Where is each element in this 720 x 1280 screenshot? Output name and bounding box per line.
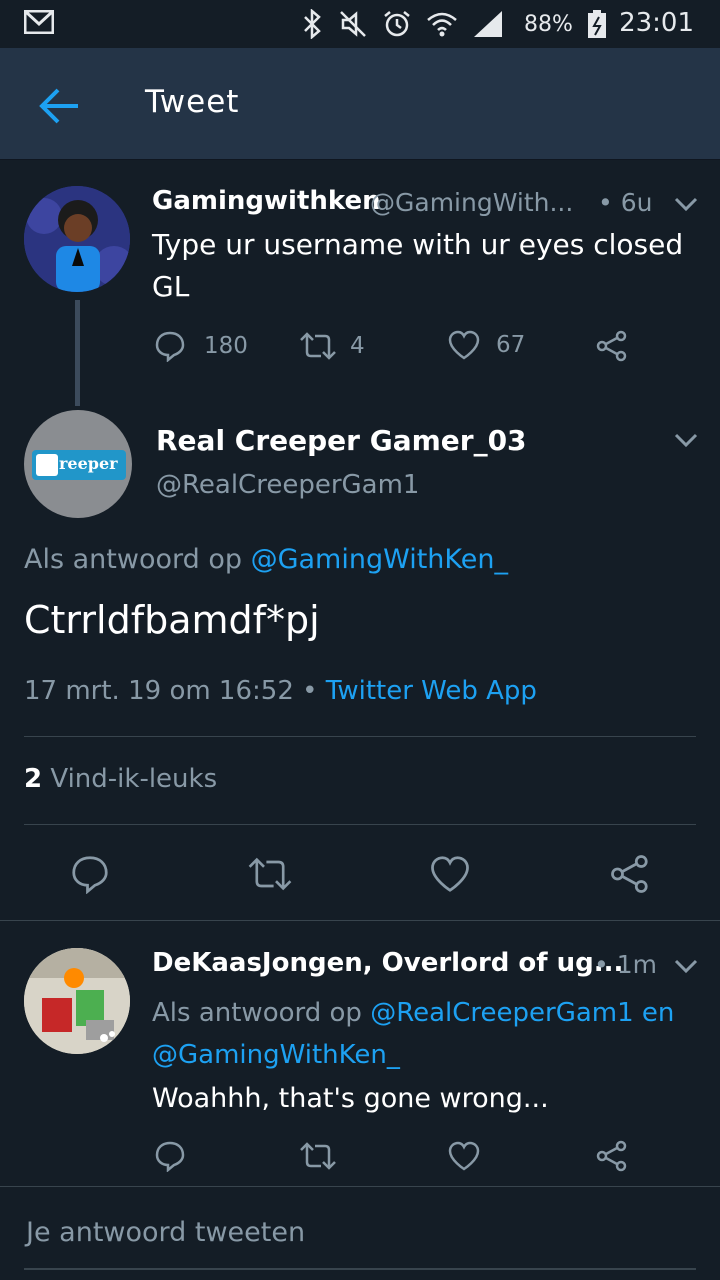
likes-label: Vind-ik-leuks: [50, 764, 218, 794]
reply-button[interactable]: 180: [154, 330, 248, 362]
heart-icon: [448, 330, 480, 360]
tweet-text-line: Type ur username with ur eyes closed: [152, 228, 684, 261]
reply-context: Als antwoord op @GamingWithKen_: [24, 544, 508, 575]
signal-icon: [474, 11, 502, 37]
tweet-author-name[interactable]: Real Creeper Gamer_03: [156, 424, 527, 457]
tweet-text: Type ur username with ur eyes closed GL: [152, 224, 683, 308]
reply-icon: [155, 331, 185, 362]
tweet-author-name[interactable]: DeKaasJongen, Overlord of ug...: [152, 948, 623, 978]
reply-context-handle[interactable]: @RealCreeperGam1: [370, 998, 633, 1028]
meta-separator: •: [302, 676, 318, 706]
share-button[interactable]: [596, 330, 628, 362]
share-icon[interactable]: [610, 854, 650, 894]
battery-percent: 88%: [524, 11, 573, 37]
like-count: 67: [496, 332, 526, 358]
avatar-dekaasjongen[interactable]: [24, 948, 130, 1054]
reply-icon[interactable]: [70, 854, 110, 894]
chevron-down-icon[interactable]: [674, 196, 698, 212]
retweet-icon[interactable]: [246, 854, 294, 894]
like-button[interactable]: [448, 1141, 480, 1171]
likes-count: 2: [24, 764, 43, 794]
app-bar: Tweet: [0, 48, 720, 160]
divider: [24, 824, 696, 825]
reply-context-and: en: [641, 998, 675, 1028]
input-underline: [24, 1268, 696, 1270]
tweet-text-line: GL: [152, 270, 190, 303]
like-button[interactable]: 67: [448, 330, 525, 360]
share-button[interactable]: [596, 1140, 628, 1172]
reply-button[interactable]: [154, 1140, 186, 1172]
share-icon: [596, 1140, 627, 1172]
retweet-button[interactable]: [298, 1140, 338, 1172]
compose-reply-bar[interactable]: Je antwoord tweeten: [0, 1186, 720, 1280]
chevron-down-icon[interactable]: [674, 432, 698, 448]
status-bar: 88% 23:01: [0, 0, 720, 48]
tweet-timestamp: • 1m: [594, 950, 657, 979]
tweet-text: Woahhh, that's gone wrong...: [152, 1083, 549, 1114]
divider: [0, 920, 720, 921]
tweet-date: 17 mrt. 19 om 16:52: [24, 676, 294, 706]
reply-count: 180: [204, 333, 248, 359]
likes-summary[interactable]: 2 Vind-ik-leuks: [24, 764, 217, 794]
main-tweet-text: Ctrrldfbamdf*pj: [24, 598, 320, 642]
tweet-timestamp: • 6u: [598, 188, 653, 217]
heart-icon[interactable]: [430, 855, 470, 893]
divider: [24, 736, 696, 737]
avatar-realcreepergamer[interactable]: reeper: [24, 410, 132, 518]
tweet-author-handle[interactable]: @GamingWith...: [370, 188, 573, 217]
gmail-icon: [24, 10, 54, 34]
tweet-author-name[interactable]: Gamingwithken: [152, 186, 381, 216]
thread-line: [75, 300, 80, 406]
wifi-icon: [427, 12, 457, 37]
retweet-icon: [300, 1142, 336, 1170]
avatar-gamingwithken[interactable]: [24, 186, 130, 292]
tweet-source[interactable]: Twitter Web App: [326, 676, 537, 706]
retweet-button[interactable]: 4: [298, 330, 365, 362]
alarm-icon: [384, 11, 410, 37]
reply-context-handle[interactable]: @GamingWithKen_: [251, 544, 508, 575]
arrow-left-icon[interactable]: [38, 86, 82, 126]
heart-icon: [448, 1141, 480, 1171]
clock: 23:01: [619, 8, 694, 38]
main-tweet-actions: [0, 850, 720, 898]
tweet-meta: 17 mrt. 19 om 16:52 • Twitter Web App: [24, 676, 537, 706]
status-icons: 88%: [300, 6, 607, 42]
avatar-logo-text: reeper: [59, 454, 118, 473]
chevron-down-icon[interactable]: [674, 958, 698, 974]
reply-context-prefix: Als antwoord op: [152, 998, 362, 1028]
tweet-author-handle[interactable]: @RealCreeperGam1: [156, 470, 419, 500]
mute-icon: [340, 11, 366, 37]
retweet-count: 4: [350, 333, 365, 359]
page-title: Tweet: [145, 84, 240, 120]
battery-icon: [587, 10, 606, 38]
reply-input[interactable]: Je antwoord tweeten: [26, 1217, 305, 1248]
reply-context-handle[interactable]: @GamingWithKen_: [152, 1040, 400, 1070]
reply-icon: [155, 1141, 185, 1172]
reply-context-prefix: Als antwoord op: [24, 544, 242, 575]
retweet-icon: [300, 332, 336, 360]
avatar-logo: reeper: [32, 450, 126, 480]
reply-context: Als antwoord op @RealCreeperGam1 en @Gam…: [152, 992, 674, 1076]
share-icon: [596, 330, 627, 362]
bluetooth-icon: [304, 9, 321, 39]
